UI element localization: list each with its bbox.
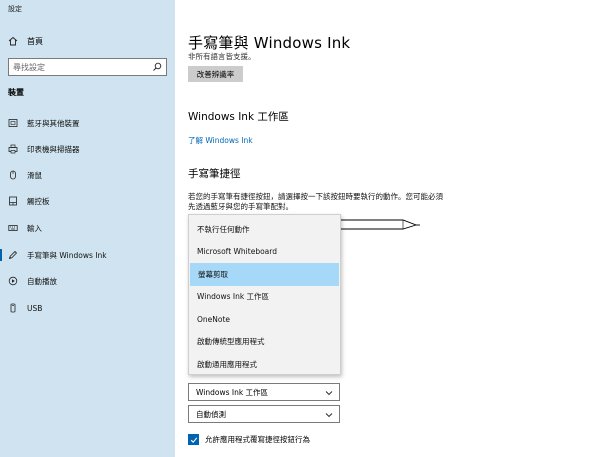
sidebar-item-label: 滑鼠 [27, 170, 42, 180]
section-devices: 裝置 [8, 88, 24, 97]
sidebar-item-printers[interactable]: 印表機與掃描器 [0, 140, 175, 158]
mouse-icon [8, 170, 18, 180]
search-icon[interactable] [152, 62, 162, 72]
handedness-combo[interactable]: 自動偵測 [188, 405, 340, 423]
main-content: 手寫筆與 Windows Ink 非所有語言皆支援。 改善辨識率 Windows… [175, 0, 600, 457]
home-link[interactable]: 首頁 [8, 34, 43, 48]
shortcut-dropdown-list[interactable]: 不執行任何動作 Microsoft Whiteboard 螢幕剪取 Window… [188, 214, 341, 375]
improve-recognition-button[interactable]: 改善辨識率 [188, 66, 243, 82]
search-placeholder: 尋找設定 [13, 62, 45, 72]
sidebar-item-label: 輸入 [27, 223, 42, 233]
sidebar-item-autoplay[interactable]: 自動播放 [0, 272, 175, 290]
search-input[interactable]: 尋找設定 [8, 58, 167, 76]
autoplay-icon [8, 276, 18, 286]
sidebar: 設定 首頁 尋找設定 裝置 藍牙與其他裝置 印表機與掃描器 滑鼠 觸控板 輸入 … [0, 0, 175, 457]
sidebar-item-label: 藍牙與其他裝置 [27, 118, 80, 128]
override-checkbox[interactable] [188, 434, 199, 445]
sidebar-item-bluetooth[interactable]: 藍牙與其他裝置 [0, 114, 175, 132]
usb-icon [8, 303, 18, 313]
printer-icon [8, 144, 18, 154]
pen-shortcuts-heading: 手寫筆捷徑 [188, 168, 241, 180]
override-checkbox-label: 允許應用程式覆寫捷徑按鈕行為 [205, 435, 310, 444]
home-icon [8, 36, 18, 46]
sidebar-item-typing[interactable]: 輸入 [0, 219, 175, 237]
pen-shortcuts-description: 若您的手寫筆有捷徑按鈕，請選擇按一下該按鈕時要執行的動作。您可能必須先透過藍牙與… [188, 192, 443, 211]
sidebar-item-label: USB [27, 303, 43, 313]
pen-icon [8, 250, 18, 260]
bluetooth-icon [8, 118, 18, 128]
page-title: 手寫筆與 Windows Ink [188, 34, 351, 52]
chevron-down-icon [325, 391, 333, 396]
learn-windows-ink-link[interactable]: 了解 Windows Ink [188, 135, 253, 146]
sidebar-item-usb[interactable]: USB [0, 299, 175, 317]
touchpad-icon [8, 196, 18, 206]
dropdown-option-classic-app[interactable]: 啟動傳統型應用程式 [189, 331, 340, 354]
dropdown-option-ink-workspace[interactable]: Windows Ink 工作區 [189, 286, 340, 309]
sidebar-item-pen-ink[interactable]: 手寫筆與 Windows Ink [0, 246, 175, 264]
combo-value: Windows Ink 工作區 [196, 387, 269, 397]
dropdown-option-universal-app[interactable]: 啟動通用應用程式 [189, 353, 340, 376]
dropdown-option-none[interactable]: 不執行任何動作 [189, 218, 340, 241]
dropdown-option-screen-snip[interactable]: 螢幕剪取 [190, 263, 339, 286]
sidebar-item-label: 印表機與掃描器 [27, 144, 80, 154]
dropdown-option-onenote[interactable]: OneNote [189, 308, 340, 331]
dropdown-option-whiteboard[interactable]: Microsoft Whiteboard [189, 241, 340, 264]
ink-workspace-heading: Windows Ink 工作區 [188, 111, 289, 123]
combo-value: 自動偵測 [196, 409, 226, 419]
language-note: 非所有語言皆支援。 [188, 52, 256, 61]
sidebar-item-label: 觸控板 [27, 196, 50, 206]
sidebar-item-label: 自動播放 [27, 276, 57, 286]
keyboard-icon [8, 223, 18, 233]
sidebar-item-touchpad[interactable]: 觸控板 [0, 192, 175, 210]
shortcut-action-combo[interactable]: Windows Ink 工作區 [188, 383, 340, 401]
home-label: 首頁 [27, 36, 43, 46]
sidebar-item-label: 手寫筆與 Windows Ink [27, 250, 107, 260]
chevron-down-icon [325, 413, 333, 418]
window-title: 設定 [8, 5, 22, 13]
checkmark-icon [190, 436, 197, 443]
override-checkbox-row[interactable]: 允許應用程式覆寫捷徑按鈕行為 [188, 434, 310, 445]
pen-illustration-icon [341, 219, 420, 230]
sidebar-item-mouse[interactable]: 滑鼠 [0, 166, 175, 184]
